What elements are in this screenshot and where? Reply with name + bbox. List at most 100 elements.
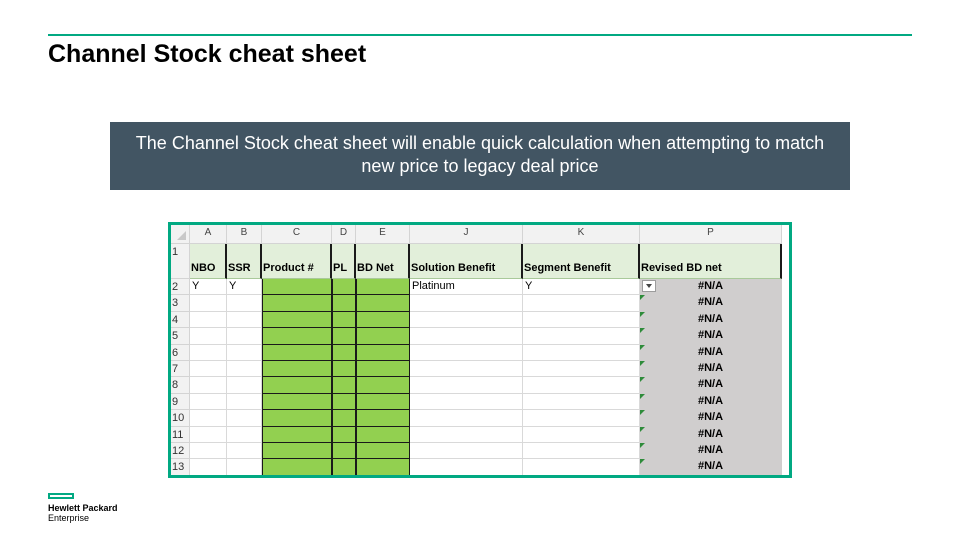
cell-p7[interactable]: #N/A <box>640 361 782 378</box>
cell-k3[interactable] <box>523 295 640 312</box>
cell-b9[interactable] <box>227 393 262 411</box>
cell-k7[interactable] <box>523 361 640 378</box>
cell-c8[interactable] <box>262 377 332 394</box>
cell-a13[interactable] <box>190 459 227 475</box>
cell-c13[interactable] <box>262 459 332 475</box>
cell-p4[interactable]: #N/A <box>640 311 782 329</box>
cell-j10[interactable] <box>410 410 523 427</box>
cell-e12[interactable] <box>356 443 410 460</box>
select-all-corner[interactable] <box>171 225 190 244</box>
cell-k4[interactable] <box>523 311 640 329</box>
row-header[interactable]: 6 <box>171 344 190 361</box>
cell-b2[interactable]: Y <box>227 279 262 296</box>
cell-e3[interactable] <box>356 295 410 312</box>
row-header[interactable]: 13 <box>171 459 190 475</box>
cell-a8[interactable] <box>190 377 227 394</box>
cell-p9[interactable]: #N/A <box>640 393 782 411</box>
cell-d11[interactable] <box>332 426 356 443</box>
header-cell[interactable]: Solution Benefit <box>410 244 523 279</box>
row-header[interactable]: 12 <box>171 443 190 460</box>
cell-b3[interactable] <box>227 295 262 312</box>
column-header-b[interactable]: B <box>227 225 262 244</box>
cell-c12[interactable] <box>262 443 332 460</box>
cell-p3[interactable]: #N/A <box>640 295 782 312</box>
row-header[interactable]: 10 <box>171 410 190 427</box>
row-header[interactable]: 11 <box>171 426 190 443</box>
header-cell[interactable]: NBO <box>190 244 227 279</box>
column-header-a[interactable]: A <box>190 225 227 244</box>
cell-k9[interactable] <box>523 393 640 411</box>
cell-c3[interactable] <box>262 295 332 312</box>
header-cell[interactable]: Revised BD net <box>640 244 782 279</box>
cell-d13[interactable] <box>332 459 356 475</box>
cell-e13[interactable] <box>356 459 410 475</box>
cell-j8[interactable] <box>410 377 523 394</box>
cell-e4[interactable] <box>356 311 410 329</box>
header-cell[interactable]: PL <box>332 244 356 279</box>
cell-p2[interactable]: #N/A <box>640 279 782 296</box>
cell-e2[interactable] <box>356 279 410 296</box>
cell-p8[interactable]: #N/A <box>640 377 782 394</box>
cell-c4[interactable] <box>262 311 332 329</box>
cell-d12[interactable] <box>332 443 356 460</box>
column-header-p[interactable]: P <box>640 225 782 244</box>
cell-k8[interactable] <box>523 377 640 394</box>
cell-k10[interactable] <box>523 410 640 427</box>
cell-c9[interactable] <box>262 393 332 411</box>
column-header-c[interactable]: C <box>262 225 332 244</box>
cell-j13[interactable] <box>410 459 523 475</box>
cell-b7[interactable] <box>227 361 262 378</box>
cell-j4[interactable] <box>410 311 523 329</box>
cell-c6[interactable] <box>262 344 332 361</box>
cell-a9[interactable] <box>190 393 227 411</box>
cell-b4[interactable] <box>227 311 262 329</box>
cell-e8[interactable] <box>356 377 410 394</box>
column-header-j[interactable]: J <box>410 225 523 244</box>
cell-e9[interactable] <box>356 393 410 411</box>
header-cell[interactable]: SSR <box>227 244 262 279</box>
cell-a10[interactable] <box>190 410 227 427</box>
row-header[interactable]: 1 <box>171 244 190 279</box>
cell-k12[interactable] <box>523 443 640 460</box>
cell-p6[interactable]: #N/A <box>640 344 782 361</box>
cell-e6[interactable] <box>356 344 410 361</box>
cell-d4[interactable] <box>332 311 356 329</box>
cell-j11[interactable] <box>410 426 523 443</box>
dropdown-arrow-icon[interactable] <box>642 280 656 292</box>
cell-k11[interactable] <box>523 426 640 443</box>
cell-e7[interactable] <box>356 361 410 378</box>
column-header-k[interactable]: K <box>523 225 640 244</box>
cell-k2[interactable]: Y <box>523 279 640 296</box>
cell-d7[interactable] <box>332 361 356 378</box>
row-header[interactable]: 2 <box>171 279 190 296</box>
cell-b5[interactable] <box>227 328 262 345</box>
cell-d8[interactable] <box>332 377 356 394</box>
cell-c7[interactable] <box>262 361 332 378</box>
cell-p5[interactable]: #N/A <box>640 328 782 345</box>
cell-c2[interactable] <box>262 279 332 296</box>
cell-e10[interactable] <box>356 410 410 427</box>
header-cell[interactable]: Product # <box>262 244 332 279</box>
cell-k5[interactable] <box>523 328 640 345</box>
row-header[interactable]: 9 <box>171 393 190 411</box>
cell-b8[interactable] <box>227 377 262 394</box>
cell-j6[interactable] <box>410 344 523 361</box>
cell-a6[interactable] <box>190 344 227 361</box>
cell-p12[interactable]: #N/A <box>640 443 782 460</box>
row-header[interactable]: 4 <box>171 311 190 329</box>
cell-a12[interactable] <box>190 443 227 460</box>
cell-d10[interactable] <box>332 410 356 427</box>
cell-p11[interactable]: #N/A <box>640 426 782 443</box>
cell-a3[interactable] <box>190 295 227 312</box>
header-cell[interactable]: BD Net <box>356 244 410 279</box>
cell-d6[interactable] <box>332 344 356 361</box>
cell-d2[interactable] <box>332 279 356 296</box>
cell-j9[interactable] <box>410 393 523 411</box>
cell-k13[interactable] <box>523 459 640 475</box>
cell-j12[interactable] <box>410 443 523 460</box>
cell-c10[interactable] <box>262 410 332 427</box>
column-header-d[interactable]: D <box>332 225 356 244</box>
cell-k6[interactable] <box>523 344 640 361</box>
cell-a2[interactable]: Y <box>190 279 227 296</box>
cell-c5[interactable] <box>262 328 332 345</box>
